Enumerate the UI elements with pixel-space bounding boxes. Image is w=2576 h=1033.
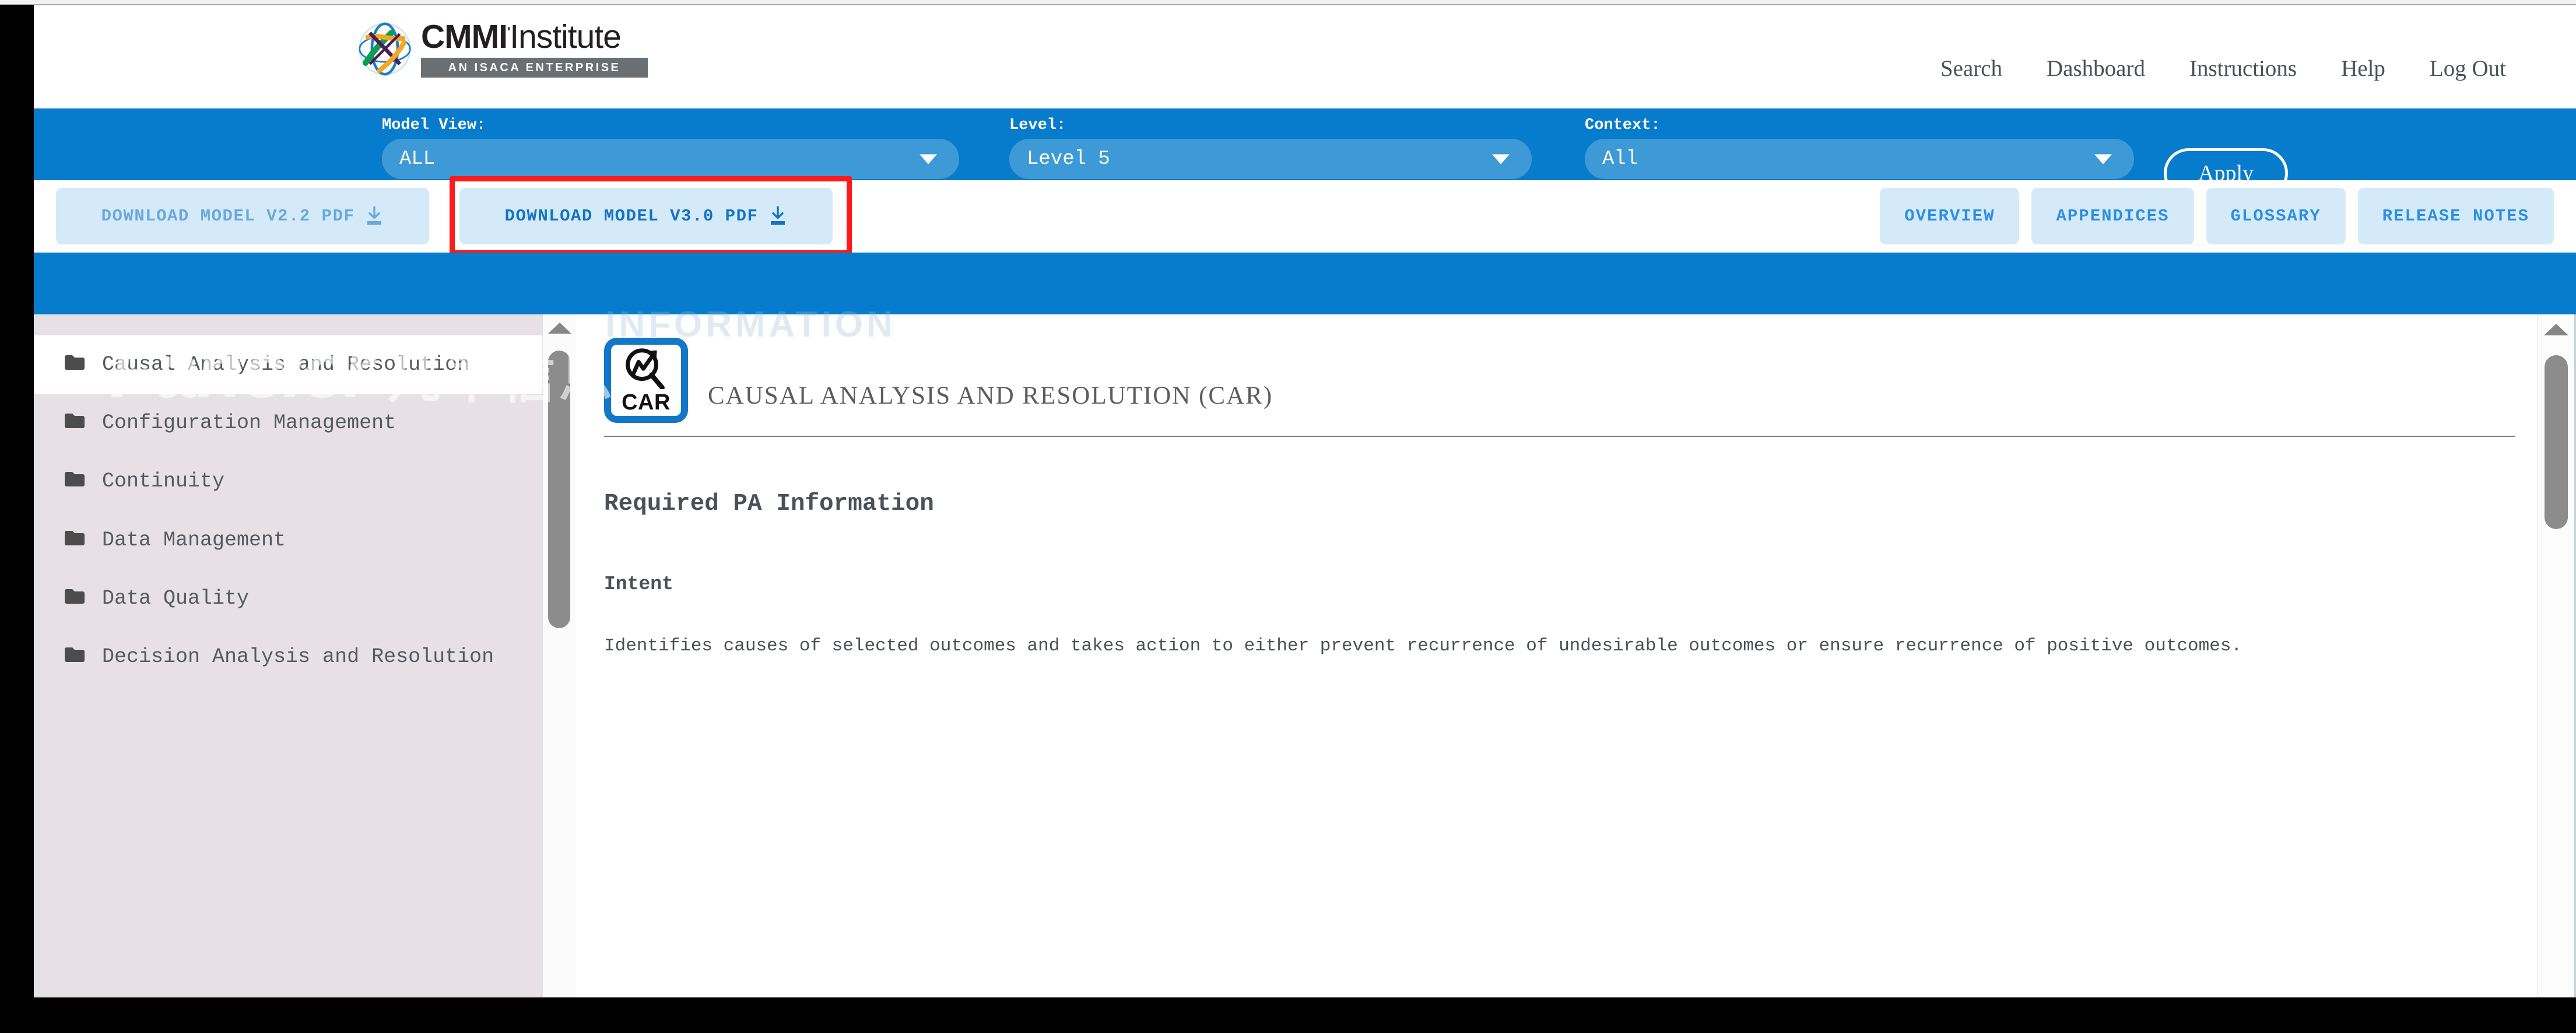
section-heading-required-pa-information: Required PA Information: [604, 491, 934, 518]
model-view-select[interactable]: ALL: [382, 139, 959, 179]
sidebar-item-label: Causal Analysis and Resolution: [102, 353, 470, 376]
download-v22-label: DOWNLOAD MODEL V2.2 PDF: [101, 206, 355, 226]
browser-chrome-strip: [0, 0, 2576, 5]
bottom-black-gutter: [0, 997, 2576, 1033]
chevron-down-icon: [920, 154, 937, 164]
main-scrollbar-thumb[interactable]: [2545, 355, 2568, 529]
practice-area-header: CAR CAUSAL ANALYSIS AND RESOLUTION (CAR): [576, 314, 2576, 423]
practice-area-title: CAUSAL ANALYSIS AND RESOLUTION (CAR): [708, 382, 1273, 409]
scroll-up-arrow-icon[interactable]: [548, 323, 571, 334]
folder-icon: [65, 589, 85, 604]
folder-icon: [65, 647, 85, 662]
scroll-up-arrow-icon[interactable]: [2544, 324, 2568, 335]
brand-name-light: Institute: [510, 18, 622, 55]
left-black-gutter: [0, 5, 34, 997]
action-toolbar: DOWNLOAD MODEL V2.2 PDF DOWNLOAD MODEL V…: [34, 176, 2576, 255]
app-screenshot: CMMI'Institute AN ISACA ENTERPRISE Searc…: [0, 0, 2576, 1033]
subsection-heading-intent: Intent: [604, 573, 673, 596]
sidebar-item-label: Decision Analysis and Resolution: [102, 645, 494, 668]
practice-area-detail-pane: CAR CAUSAL ANALYSIS AND RESOLUTION (CAR)…: [576, 314, 2576, 997]
sidebar-item-configuration-management[interactable]: Configuration Management: [34, 394, 576, 452]
filter-context: Context: All: [1585, 117, 2134, 179]
tab-release-notes[interactable]: RELEASE NOTES: [2357, 188, 2554, 244]
site-header: CMMI'Institute AN ISACA ENTERPRISE Searc…: [34, 5, 2576, 108]
context-select[interactable]: All: [1585, 139, 2134, 179]
section-tabs: OVERVIEW APPENDICES GLOSSARY RELEASE NOT…: [1880, 188, 2554, 244]
sidebar-item-label: Continuity: [102, 470, 225, 493]
download-model-v22-button[interactable]: DOWNLOAD MODEL V2.2 PDF: [56, 188, 429, 244]
sidebar-item-causal-analysis-and-resolution[interactable]: Causal Analysis and Resolution: [34, 335, 576, 394]
brand-name: CMMI'Institute: [421, 18, 622, 55]
sidebar-item-data-management[interactable]: Data Management: [34, 511, 576, 569]
nav-logout[interactable]: Log Out: [2407, 55, 2528, 82]
sidebar-top-spacer: [34, 314, 576, 335]
filter-model-view: Model View: ALL: [382, 117, 959, 179]
filter-level: Level: Level 5: [1009, 117, 1532, 179]
download-icon: [771, 205, 785, 225]
practice-area-badge: CAR: [604, 338, 688, 423]
context-value: All: [1602, 148, 1638, 170]
nav-help[interactable]: Help: [2319, 55, 2407, 82]
tab-glossary[interactable]: GLOSSARY: [2206, 188, 2346, 244]
download-v30-label: DOWNLOAD MODEL V3.0 PDF: [504, 206, 759, 226]
level-value: Level 5: [1027, 148, 1110, 170]
title-divider: [604, 436, 2515, 437]
chevron-down-icon: [1492, 154, 1510, 164]
practice-area-abbr: CAR: [622, 390, 671, 415]
top-navigation: Search Dashboard Instructions Help Log O…: [1918, 55, 2528, 82]
intent-paragraph: Identifies causes of selected outcomes a…: [604, 636, 2242, 657]
magnifier-growth-arrow-icon: [626, 348, 665, 389]
sidebar-item-data-quality[interactable]: Data Quality: [34, 569, 576, 628]
model-view-value: ALL: [399, 148, 436, 170]
tab-appendices[interactable]: APPENDICES: [2031, 188, 2194, 244]
tab-overview[interactable]: OVERVIEW: [1880, 188, 2020, 244]
sidebar-item-label: Data Management: [102, 528, 286, 552]
nav-dashboard[interactable]: Dashboard: [2024, 55, 2167, 82]
content-area: Causal Analysis and Resolution Configura…: [34, 314, 2576, 997]
download-model-v30-button[interactable]: DOWNLOAD MODEL V3.0 PDF: [459, 188, 833, 244]
sidebar-scrollbar-thumb[interactable]: [548, 351, 570, 628]
nav-instructions[interactable]: Instructions: [2167, 55, 2319, 82]
brand-name-bold: CMMI: [421, 18, 508, 55]
brand-wordmark: CMMI'Institute AN ISACA ENTERPRISE: [421, 20, 648, 78]
folder-icon: [65, 414, 85, 429]
main-scrollbar[interactable]: [2538, 314, 2576, 997]
brand-tagline: AN ISACA ENTERPRISE: [421, 58, 648, 78]
practice-area-sidebar: Causal Analysis and Resolution Configura…: [34, 314, 576, 997]
model-view-label: Model View:: [382, 117, 486, 134]
folder-icon: [65, 530, 85, 545]
globe-weave-icon: [359, 22, 411, 76]
context-label: Context:: [1585, 117, 1661, 134]
sidebar-item-decision-analysis-and-resolution[interactable]: Decision Analysis and Resolution: [34, 628, 576, 686]
chevron-down-icon: [2094, 154, 2112, 164]
download-icon: [367, 205, 382, 225]
sidebar-item-label: Configuration Management: [102, 411, 396, 435]
level-label: Level:: [1009, 117, 1066, 134]
brand-logo[interactable]: CMMI'Institute AN ISACA ENTERPRISE: [358, 20, 648, 78]
sidebar-scrollbar[interactable]: [542, 314, 576, 997]
folder-icon: [65, 355, 85, 370]
folder-icon: [65, 472, 85, 487]
nav-search[interactable]: Search: [1918, 55, 2024, 82]
page-root: CMMI'Institute AN ISACA ENTERPRISE Searc…: [34, 5, 2576, 997]
level-select[interactable]: Level 5: [1009, 139, 1532, 179]
blue-separator-strip: [34, 253, 2576, 314]
sidebar-item-continuity[interactable]: Continuity: [34, 452, 576, 510]
sidebar-item-label: Data Quality: [102, 586, 250, 610]
